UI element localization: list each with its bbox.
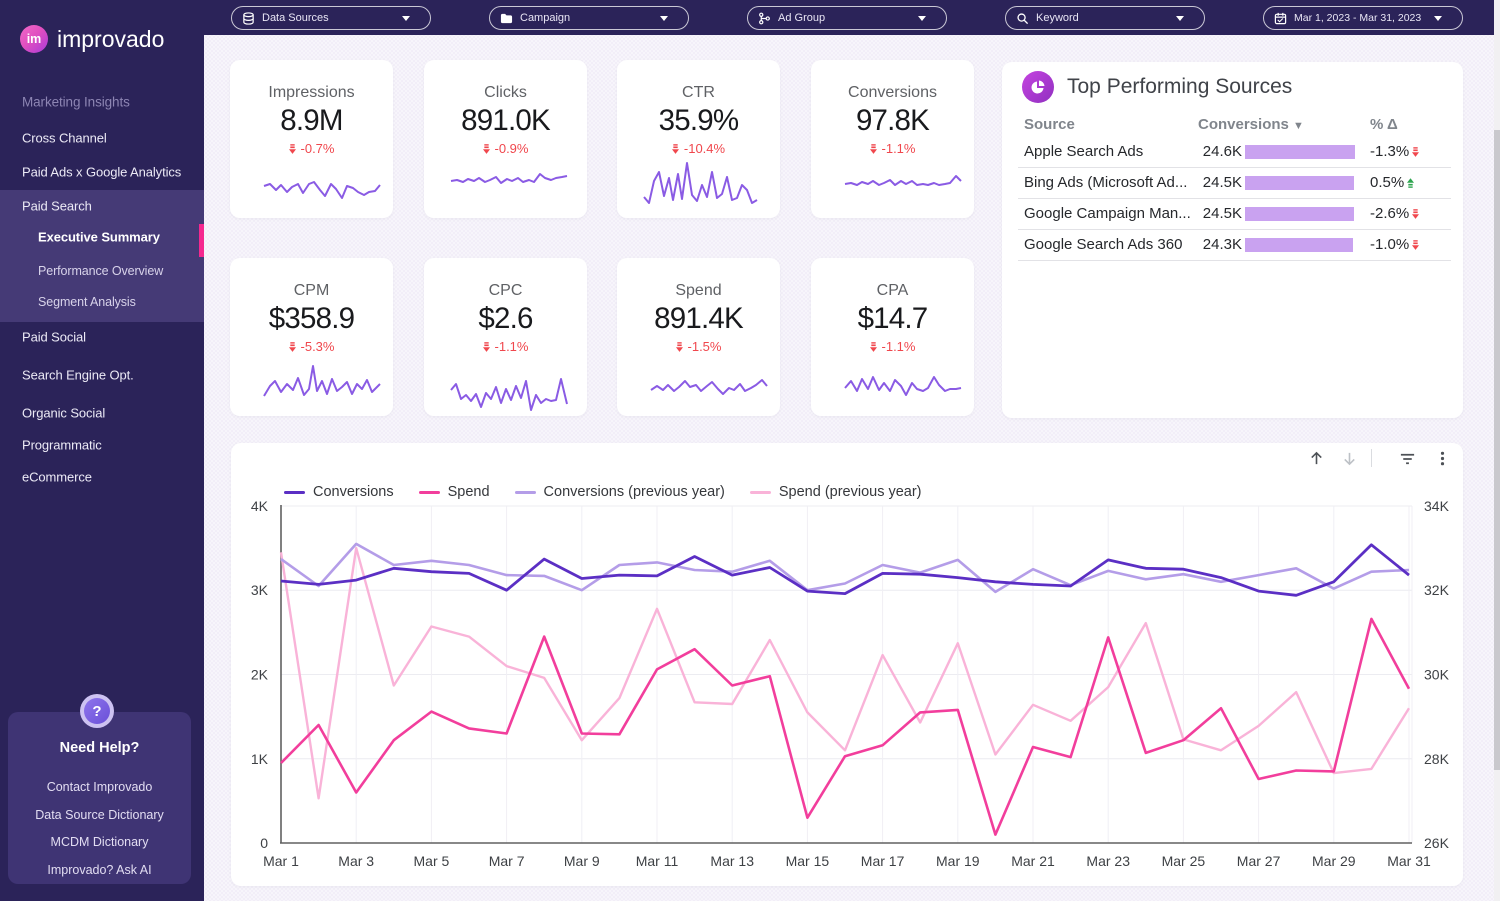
svg-text:34K: 34K bbox=[1424, 498, 1450, 514]
svg-text:Mar 17: Mar 17 bbox=[861, 853, 905, 869]
svg-text:Mar 29: Mar 29 bbox=[1312, 853, 1356, 869]
svg-text:2K: 2K bbox=[251, 667, 269, 683]
svg-text:Mar 19: Mar 19 bbox=[936, 853, 980, 869]
svg-text:32K: 32K bbox=[1424, 582, 1450, 598]
svg-text:Mar 31: Mar 31 bbox=[1387, 853, 1431, 869]
svg-text:Mar 25: Mar 25 bbox=[1162, 853, 1206, 869]
svg-text:26K: 26K bbox=[1424, 835, 1450, 851]
svg-text:Mar 11: Mar 11 bbox=[636, 853, 679, 869]
svg-text:3K: 3K bbox=[251, 582, 269, 598]
svg-text:Mar 3: Mar 3 bbox=[338, 853, 374, 869]
svg-text:Mar 5: Mar 5 bbox=[414, 853, 450, 869]
svg-text:4K: 4K bbox=[251, 498, 269, 514]
svg-text:Mar 9: Mar 9 bbox=[564, 853, 600, 869]
svg-text:0: 0 bbox=[260, 835, 268, 851]
svg-text:28K: 28K bbox=[1424, 751, 1450, 767]
svg-text:Mar 23: Mar 23 bbox=[1086, 853, 1130, 869]
svg-text:Mar 21: Mar 21 bbox=[1011, 853, 1055, 869]
svg-text:Mar 7: Mar 7 bbox=[489, 853, 525, 869]
svg-text:Mar 1: Mar 1 bbox=[263, 853, 299, 869]
svg-text:Mar 15: Mar 15 bbox=[786, 853, 830, 869]
svg-text:Mar 13: Mar 13 bbox=[710, 853, 754, 869]
svg-text:Mar 27: Mar 27 bbox=[1237, 853, 1281, 869]
svg-text:1K: 1K bbox=[251, 751, 269, 767]
svg-text:30K: 30K bbox=[1424, 667, 1450, 683]
